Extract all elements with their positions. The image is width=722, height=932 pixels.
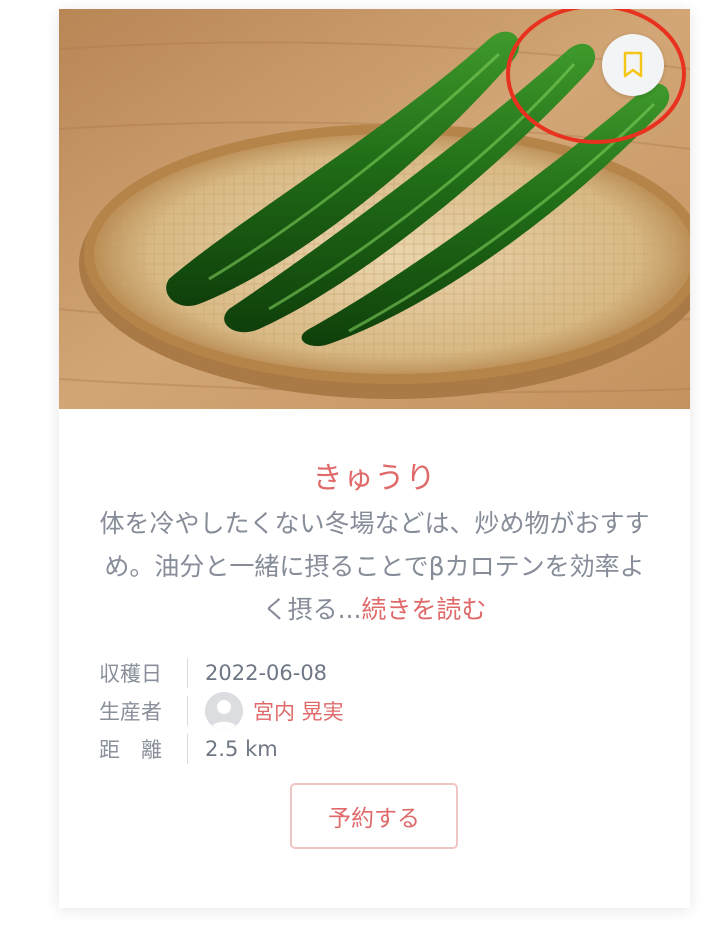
harvest-date-label: 収穫日 [99, 662, 162, 686]
divider [187, 658, 188, 688]
harvest-date-value: 2022-06-08 [205, 661, 328, 685]
product-meta: 収穫日 2022-06-08 生産者 宮内 晃実 距 離 2.5 km [99, 654, 344, 768]
divider [187, 734, 188, 764]
product-image [59, 9, 690, 409]
read-more-link[interactable]: 続きを読む [361, 595, 486, 624]
product-title: きゅうり [312, 461, 437, 496]
producer-label: 生産者 [99, 700, 162, 724]
bookmark-button[interactable] [602, 34, 664, 96]
bookmark-icon [623, 51, 643, 78]
product-description: 体を冷やしたくない冬場などは、炒め物がおすすめ。油分と一緒に摂ることでβカロテン… [97, 502, 652, 631]
divider [187, 696, 188, 726]
distance-value: 2.5 km [205, 737, 278, 761]
distance-label: 距 離 [99, 738, 162, 762]
harvest-date-row: 収穫日 2022-06-08 [99, 654, 344, 692]
product-card: きゅうり 体を冷やしたくない冬場などは、炒め物がおすすめ。油分と一緒に摂ることで… [59, 9, 690, 908]
distance-row: 距 離 2.5 km [99, 730, 344, 768]
producer-value: 宮内 晃実 [205, 692, 344, 730]
avatar[interactable] [205, 692, 243, 730]
producer-row: 生産者 宮内 晃実 [99, 692, 344, 730]
producer-name-link[interactable]: 宮内 晃実 [253, 696, 344, 726]
reserve-button[interactable]: 予約する [290, 783, 458, 849]
